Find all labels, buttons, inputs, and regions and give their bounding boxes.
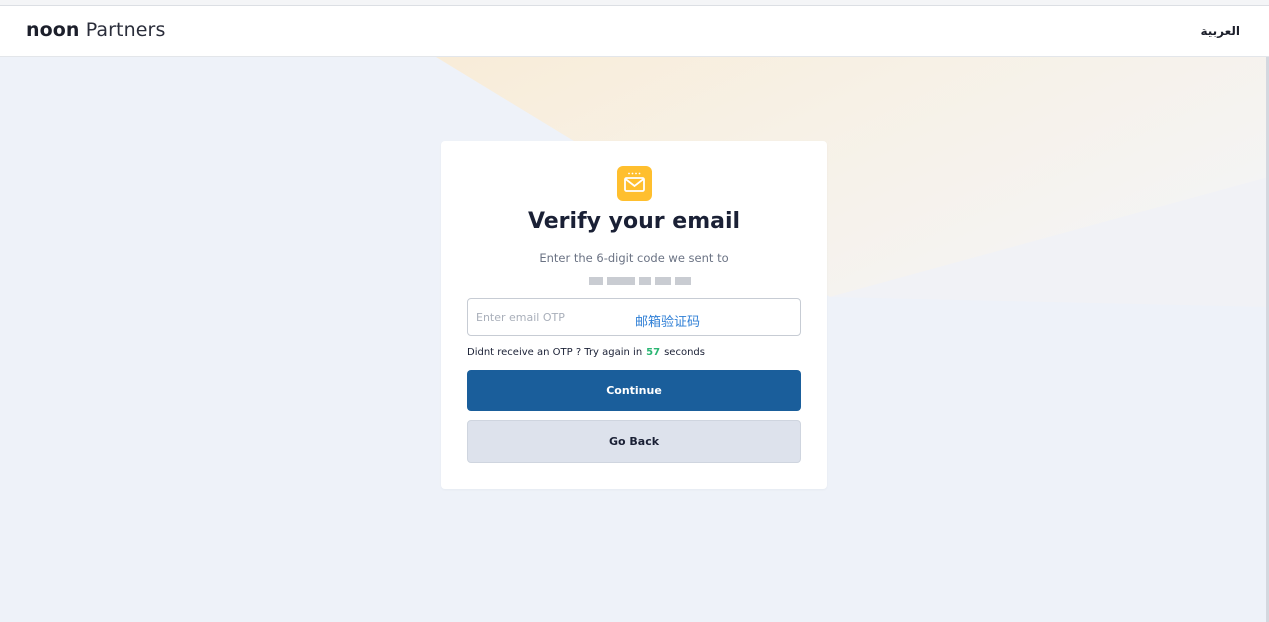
- brand-name: noon: [26, 19, 80, 41]
- resend-timer-text: Didnt receive an OTP ? Try again in 57 sec…: [467, 347, 705, 358]
- email-otp-input[interactable]: [468, 299, 800, 335]
- continue-button[interactable]: Continue: [467, 370, 801, 411]
- top-header: noon Partners العربية: [0, 6, 1269, 57]
- resend-prefix: Didnt receive an OTP ? Try again in: [467, 347, 643, 358]
- instruction-text: Enter the 6-digit code we sent to: [539, 251, 729, 265]
- verify-email-card: Verify your email Enter the 6-digit code…: [441, 141, 827, 489]
- brand-logo[interactable]: noon Partners: [26, 19, 165, 41]
- page-title: Verify your email: [527, 209, 741, 234]
- brand-suffix: Partners: [85, 19, 166, 41]
- language-switch-link[interactable]: العربية: [1200, 24, 1240, 38]
- go-back-button[interactable]: Go Back: [467, 420, 801, 463]
- email-otp-field[interactable]: 邮箱验证码: [467, 298, 801, 336]
- countdown-seconds: 57: [646, 347, 661, 358]
- resend-suffix: seconds: [664, 347, 705, 358]
- otp-annotation: 邮箱验证码: [635, 315, 701, 330]
- redacted-email-address: [589, 277, 691, 285]
- mail-icon: [617, 166, 652, 201]
